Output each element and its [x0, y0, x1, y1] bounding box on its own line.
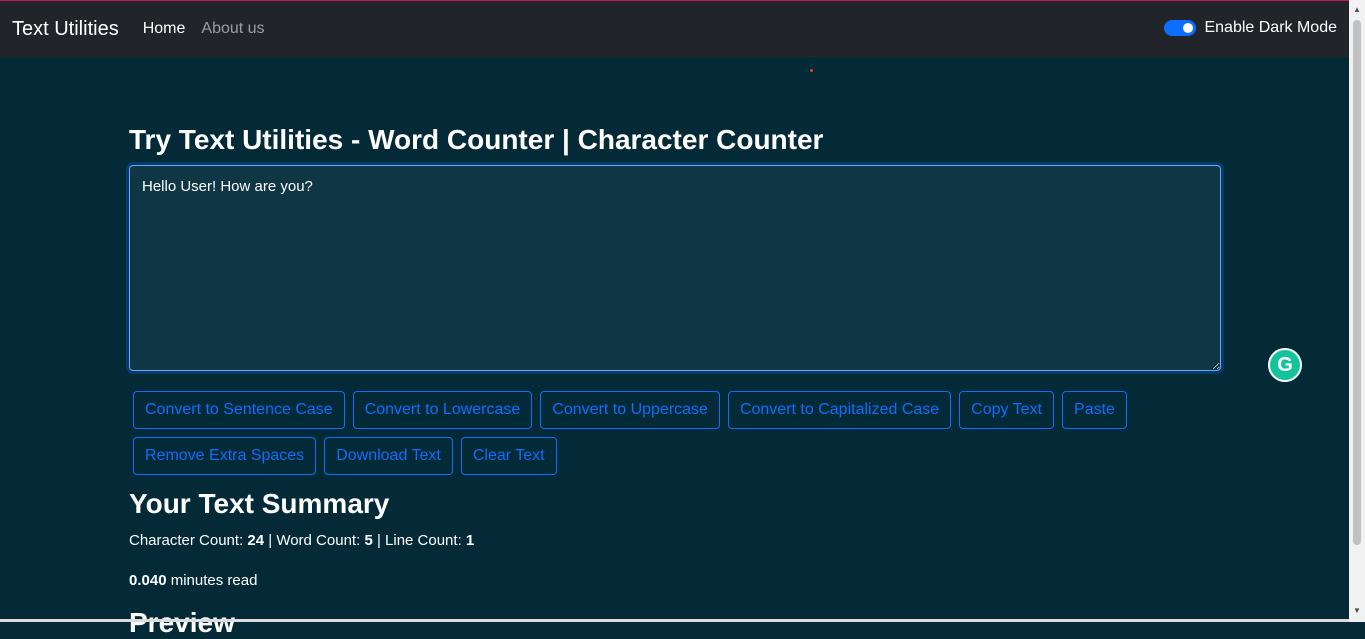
preview-heading: Preview [129, 607, 235, 638]
copy-text-button[interactable]: Copy Text [959, 391, 1055, 429]
scroll-down-icon[interactable]: ▼ [1353, 606, 1361, 615]
lowercase-button[interactable]: Convert to Lowercase [352, 391, 533, 429]
summary-heading: Your Text Summary [129, 488, 390, 519]
read-time-value: 0.040 [129, 572, 167, 589]
brand-link[interactable]: Text Utilities [12, 18, 119, 41]
cursor-dot [810, 69, 813, 72]
dark-mode-toggle[interactable]: Enable Dark Mode [1164, 19, 1337, 37]
uppercase-button[interactable]: Convert to Uppercase [540, 391, 720, 429]
word-count-value: 5 [364, 532, 373, 549]
remove-extra-spaces-button[interactable]: Remove Extra Spaces [133, 437, 317, 475]
paste-button[interactable]: Paste [1062, 391, 1127, 429]
switch-knob [1183, 23, 1194, 33]
scroll-thumb[interactable] [1353, 20, 1361, 545]
download-text-button[interactable]: Download Text [324, 437, 453, 475]
nav-home-link[interactable]: Home [143, 20, 186, 38]
dark-mode-switch[interactable] [1164, 20, 1197, 36]
text-counts: Character Count: 24 | Word Count: 5 | Li… [129, 532, 475, 549]
scroll-up-icon[interactable]: ▲ [1353, 5, 1361, 14]
sentence-case-button[interactable]: Convert to Sentence Case [133, 391, 345, 429]
dark-mode-label[interactable]: Enable Dark Mode [1204, 19, 1337, 37]
read-time-label: minutes read [170, 572, 258, 589]
text-input[interactable]: Hello User! How are you? [129, 165, 1221, 371]
clear-text-button[interactable]: Clear Text [460, 437, 557, 475]
line-count-value: 1 [465, 532, 475, 549]
read-time: 0.040 minutes read [129, 572, 257, 589]
action-buttons: Convert to Sentence Case Convert to Lower… [133, 391, 1233, 483]
line-count-label: Line Count: [385, 532, 462, 549]
grammarly-icon[interactable]: G [1268, 348, 1302, 382]
word-count-label: Word Count: [276, 532, 361, 549]
char-count-value: 24 [247, 532, 265, 549]
nav-about-link[interactable]: About us [201, 20, 264, 38]
navbar: Text Utilities Home About us Enable Dark… [0, 1, 1349, 57]
page-heading: Try Text Utilities - Word Counter | Char… [129, 124, 824, 155]
vertical-scrollbar[interactable]: ▲ ▼ [1349, 0, 1365, 622]
capitalized-case-button[interactable]: Convert to Capitalized Case [727, 391, 952, 429]
char-count-label: Character Count: [129, 532, 244, 549]
grammarly-g-icon: G [1277, 353, 1293, 376]
